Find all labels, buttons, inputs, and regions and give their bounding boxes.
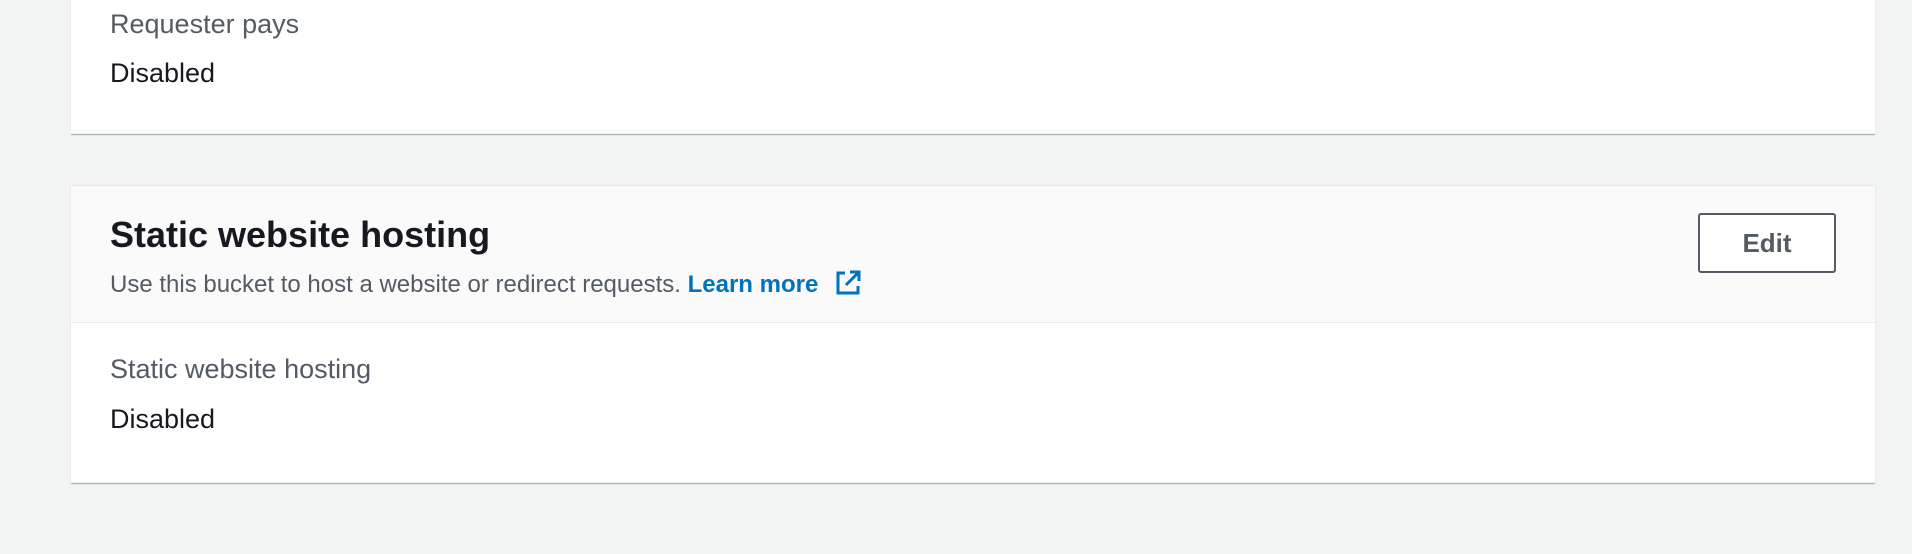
static-website-hosting-value: Disabled <box>110 404 216 434</box>
learn-more-label: Learn more <box>687 271 819 298</box>
panel-description: Use this bucket to host a website or red… <box>110 268 863 299</box>
static-website-hosting-label: Static website hosting <box>110 354 372 384</box>
requester-pays-value: Disabled <box>110 58 216 88</box>
learn-more-link[interactable]: Learn more <box>687 270 863 298</box>
description-text: Use this bucket to host a website or red… <box>110 271 681 298</box>
external-link-icon <box>836 270 861 295</box>
requester-pays-panel: Requester pays Disabled <box>70 0 1876 134</box>
static-website-hosting-panel: Static website hosting Use this bucket t… <box>70 185 1876 483</box>
panel-header: Static website hosting Use this bucket t… <box>71 186 1875 323</box>
requester-pays-label: Requester pays <box>110 9 300 39</box>
edit-button[interactable]: Edit <box>1698 213 1836 273</box>
panel-title: Static website hosting <box>110 214 491 255</box>
